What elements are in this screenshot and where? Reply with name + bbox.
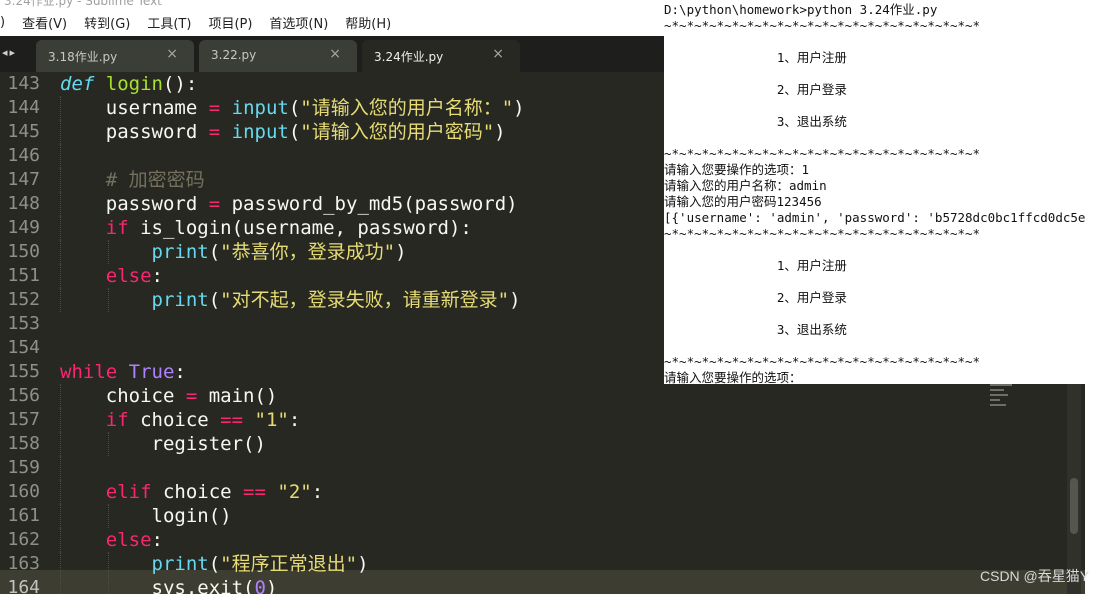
close-icon[interactable]: ×: [492, 46, 504, 62]
line-number: 156: [7, 385, 40, 406]
console-line: 3、退出系统: [664, 114, 847, 129]
code-line-143: def login():: [60, 73, 198, 95]
code-line-158: register(): [60, 432, 266, 456]
console-line: 请输入您要操作的选项：: [664, 370, 802, 384]
line-number: 143: [7, 73, 40, 94]
tab-3-22[interactable]: 3.22.py ×: [199, 40, 357, 72]
menu-item-help[interactable]: 帮助(H): [337, 13, 400, 32]
code-line-155: while True:: [60, 361, 186, 383]
code-line-160: elif choice == "2":: [60, 480, 525, 504]
console-line: 1、用户注册: [664, 50, 847, 65]
line-number: 162: [7, 529, 40, 550]
code-line-146: [60, 144, 525, 168]
console-line: [{'username': 'admin', 'password': 'b572…: [664, 210, 1086, 225]
code-line-157: if choice == "1":: [60, 408, 525, 432]
window-title: 3.24作业.py - Sublime Text: [0, 0, 668, 8]
code-line-145: password = input("请输入您的用户密码"): [60, 120, 506, 144]
code-line-156: choice = main(): [60, 384, 278, 408]
tab-3-24-active[interactable]: 3.24作业.py ×: [362, 40, 520, 72]
code-line-159: [60, 456, 525, 480]
close-icon[interactable]: ×: [329, 46, 341, 62]
console-line: ~*~*~*~*~*~*~*~*~*~*~*~*~*~*~*~*~*~*~*~*…: [664, 146, 981, 161]
code-line-149: if is_login(username, password):: [60, 216, 525, 240]
menu-item-partial[interactable]: ): [0, 15, 14, 30]
tab-scroll-left-icon[interactable]: ◂: [2, 46, 8, 59]
line-number: 155: [7, 361, 40, 382]
line-number: 154: [7, 337, 40, 358]
console-line: 2、用户登录: [664, 290, 847, 305]
window-edge: [1085, 384, 1113, 594]
tab-label: 3.24作业.py: [374, 50, 444, 64]
tab-label: 3.22.py: [211, 48, 257, 62]
menu-item-project[interactable]: 项目(P): [200, 13, 261, 32]
menu-item-view[interactable]: 查看(V): [14, 13, 76, 32]
line-number: 152: [7, 289, 40, 310]
menu-item-goto[interactable]: 转到(G): [76, 13, 139, 32]
code-line-150: print("恭喜你，登录成功"): [60, 240, 525, 264]
console-line: 请输入您的用户名称：admin: [664, 178, 827, 193]
code-lines: def login(): username = input("请输入您的用户名称…: [60, 72, 525, 594]
line-number: 148: [7, 193, 40, 214]
line-number: 163: [7, 553, 40, 574]
menu-item-preferences[interactable]: 首选项(N): [261, 13, 337, 32]
line-number: 147: [7, 169, 40, 190]
line-number: 157: [7, 409, 40, 430]
code-line-147: # 加密密码: [60, 168, 525, 192]
code-line-164: sys.exit(0): [60, 576, 525, 594]
menu-bar: ) 查看(V) 转到(G) 工具(T) 项目(P) 首选项(N) 帮助(H): [0, 8, 664, 36]
line-number-current: 164: [7, 577, 40, 594]
line-number-gutter: 143 144 145 146 147 148 149 150 151 152 …: [0, 72, 52, 594]
line-number: 158: [7, 433, 40, 454]
code-line-161: login(): [60, 504, 232, 528]
console-line: ~*~*~*~*~*~*~*~*~*~*~*~*~*~*~*~*~*~*~*~*…: [664, 226, 981, 241]
console-line: 2、用户登录: [664, 82, 847, 97]
tab-nav: ◂ ▸: [0, 46, 32, 59]
line-number: 146: [7, 145, 40, 166]
line-number: 161: [7, 505, 40, 526]
code-line-162: else:: [60, 528, 525, 552]
menu-item-tools[interactable]: 工具(T): [139, 13, 200, 32]
close-icon[interactable]: ×: [166, 46, 178, 62]
console-line: 请输入您的用户密码123456: [664, 194, 822, 209]
code-line-152: print("对不起，登录失败，请重新登录"): [60, 288, 525, 312]
line-number: 145: [7, 121, 40, 142]
code-line-148: password = password_by_md5(password): [60, 192, 518, 216]
scrollbar-thumb[interactable]: [1070, 478, 1078, 534]
line-number: 153: [7, 313, 40, 334]
code-line-151: else:: [60, 264, 525, 288]
console-line: D:\python\homework>python 3.24作业.py: [664, 2, 938, 17]
code-line-163: print("程序正常退出"): [60, 552, 525, 576]
console-line: ~*~*~*~*~*~*~*~*~*~*~*~*~*~*~*~*~*~*~*~*…: [664, 18, 981, 33]
line-number: 151: [7, 265, 40, 286]
console-line: 1、用户注册: [664, 258, 847, 273]
tab-scroll-right-icon[interactable]: ▸: [10, 46, 16, 59]
line-number: 149: [7, 217, 40, 238]
minimap[interactable]: [990, 384, 1020, 424]
line-number: 160: [7, 481, 40, 502]
line-number: 144: [7, 97, 40, 118]
console-line: 请输入您要操作的选项：1: [664, 162, 810, 177]
tab-3-18[interactable]: 3.18作业.py ×: [36, 40, 194, 72]
console-line: ~*~*~*~*~*~*~*~*~*~*~*~*~*~*~*~*~*~*~*~*…: [664, 354, 981, 369]
tab-label: 3.18作业.py: [48, 50, 118, 64]
watermark: CSDN @吞星猫Y: [980, 568, 1090, 584]
line-number: 150: [7, 241, 40, 262]
console-line: 3、退出系统: [664, 322, 847, 337]
code-line-144: username = input("请输入您的用户名称："): [60, 96, 525, 120]
console-window[interactable]: D:\python\homework>python 3.24作业.py ~*~*…: [664, 0, 1113, 384]
line-number: 159: [7, 457, 40, 478]
